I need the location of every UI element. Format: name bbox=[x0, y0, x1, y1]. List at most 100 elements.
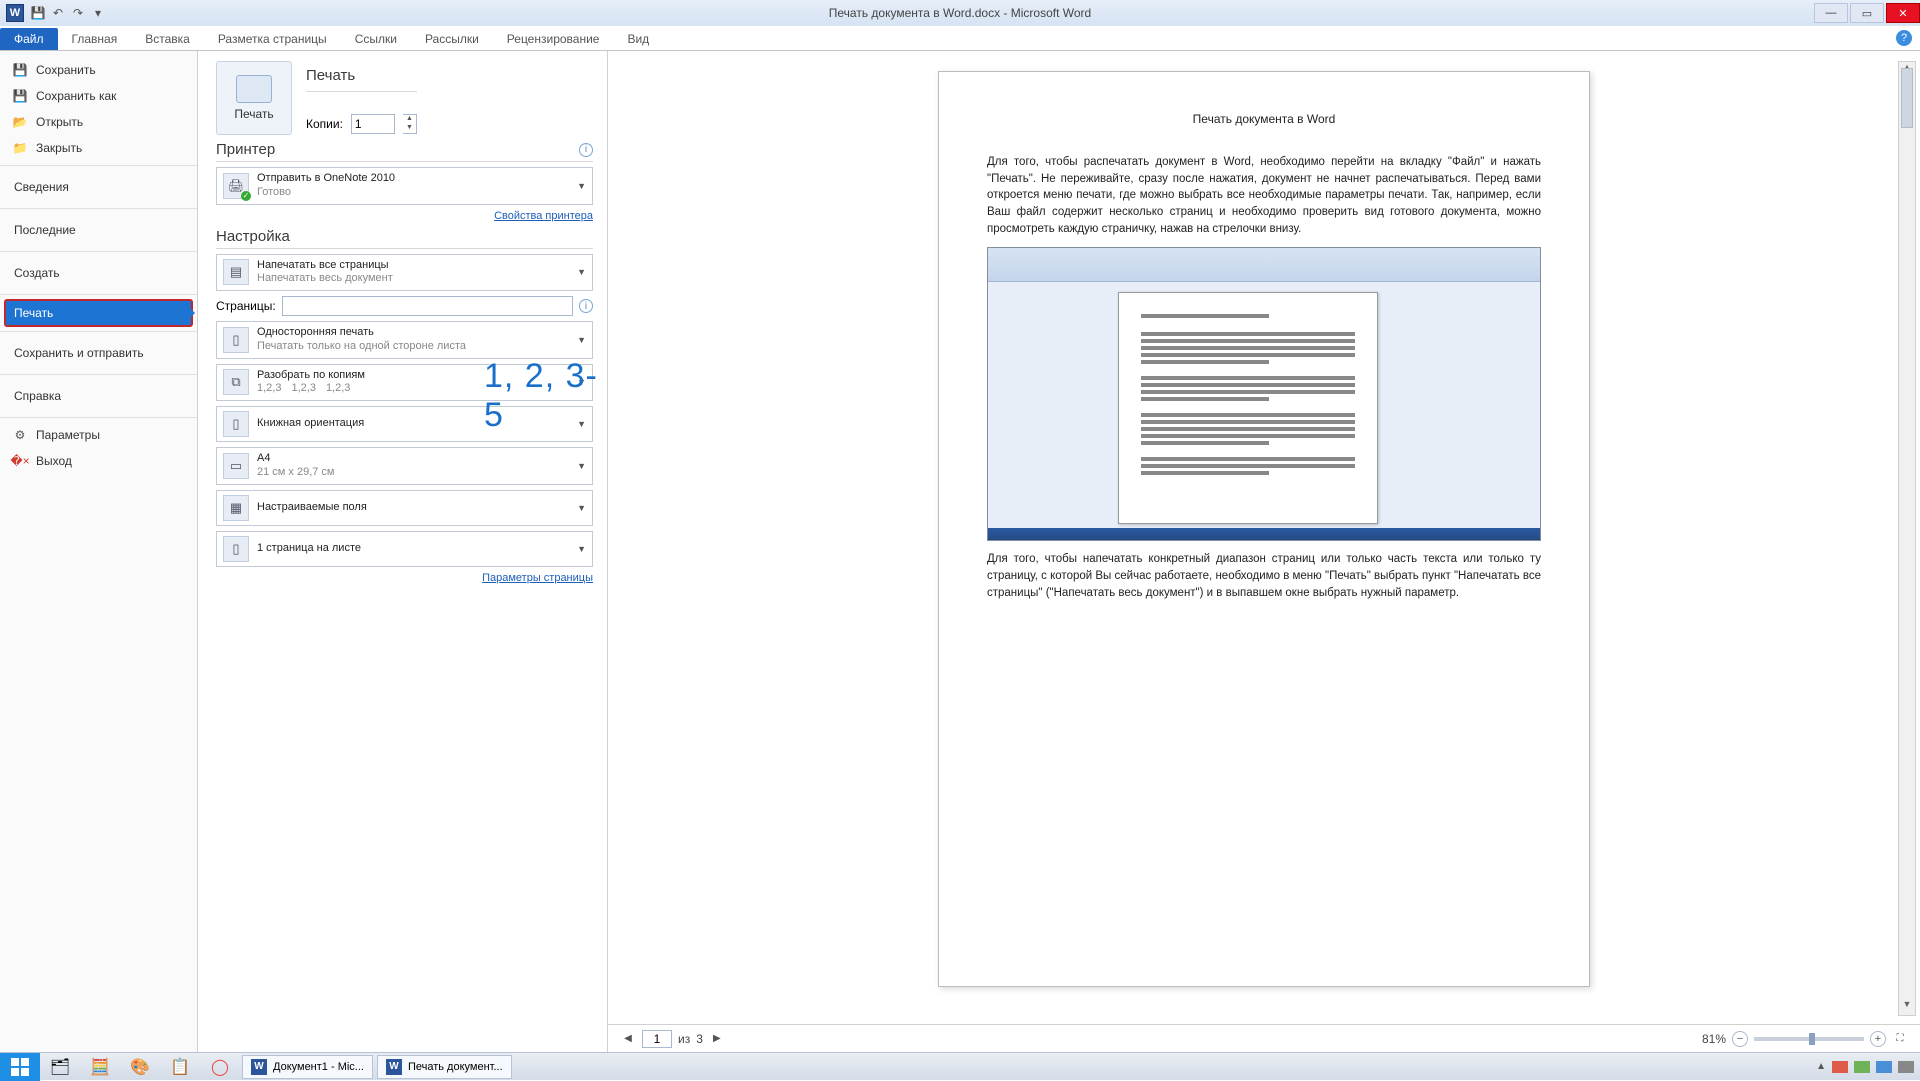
orientation-dropdown[interactable]: ▯ Книжная ориентация ▼ bbox=[216, 406, 593, 442]
task-label: Печать документ... bbox=[408, 1061, 503, 1073]
collate-dropdown[interactable]: ⧉ Разобрать по копиям 1,2,31,2,31,2,3 ▼ bbox=[216, 364, 593, 402]
sidebar-save[interactable]: 💾Сохранить bbox=[0, 57, 197, 83]
sidebar-label: Последние bbox=[14, 223, 76, 237]
zoom-slider[interactable] bbox=[1754, 1037, 1864, 1041]
help-icon[interactable]: ? bbox=[1896, 30, 1912, 46]
heading-text: Настройка bbox=[216, 228, 290, 245]
spinner-up-icon[interactable]: ▲ bbox=[403, 115, 416, 124]
sidebar-recent[interactable]: Последние bbox=[0, 213, 197, 247]
slider-knob[interactable] bbox=[1809, 1033, 1815, 1045]
duplex-dropdown[interactable]: ▯ Односторонняя печать Печатать только н… bbox=[216, 321, 593, 359]
redo-icon[interactable]: ↷ bbox=[70, 5, 86, 21]
chevron-down-icon: ▼ bbox=[577, 181, 586, 191]
copies-input[interactable] bbox=[351, 114, 395, 134]
page-number-input[interactable] bbox=[642, 1030, 672, 1048]
tab-view[interactable]: Вид bbox=[613, 28, 663, 50]
close-icon: 📁 bbox=[12, 140, 28, 156]
tab-file[interactable]: Файл bbox=[0, 28, 58, 50]
info-icon[interactable]: i bbox=[579, 143, 593, 157]
tab-home[interactable]: Главная bbox=[58, 28, 132, 50]
sidebar-open[interactable]: 📂Открыть bbox=[0, 109, 197, 135]
sidebar-label: Сохранить и отправить bbox=[14, 346, 144, 360]
sidebar-print[interactable]: Печать bbox=[4, 299, 193, 327]
range-sub: Напечатать весь документ bbox=[257, 272, 586, 286]
tab-review[interactable]: Рецензирование bbox=[493, 28, 614, 50]
margins-dropdown[interactable]: ▦ Настраиваемые поля ▼ bbox=[216, 490, 593, 526]
pages-icon: ▤ bbox=[223, 259, 249, 285]
minimize-button[interactable]: — bbox=[1814, 3, 1848, 23]
saveas-icon: 💾 bbox=[12, 88, 28, 104]
dropdown-text: A4 21 см x 29,7 см bbox=[257, 452, 586, 480]
margins-title: Настраиваемые поля bbox=[257, 501, 586, 515]
tab-mailings[interactable]: Рассылки bbox=[411, 28, 493, 50]
sidebar-options[interactable]: ⚙Параметры bbox=[0, 422, 197, 448]
maximize-button[interactable]: ▭ bbox=[1850, 3, 1884, 23]
taskbar-paint-icon[interactable]: 🎨 bbox=[120, 1053, 160, 1081]
zoom-fit-button[interactable]: ⛶ bbox=[1892, 1031, 1908, 1047]
pages-input[interactable] bbox=[282, 296, 573, 316]
sidebar-label: Сохранить bbox=[36, 63, 96, 77]
sidebar-save-as[interactable]: 💾 Сохранить как bbox=[0, 83, 197, 109]
dropdown-text: Настраиваемые поля bbox=[257, 501, 586, 515]
quick-access-toolbar: 💾 ↶ ↷ ▾ bbox=[30, 5, 106, 21]
zoom-value: 81% bbox=[1702, 1032, 1726, 1046]
info-icon[interactable]: i bbox=[579, 299, 593, 313]
scroll-thumb[interactable] bbox=[1901, 68, 1913, 128]
printer-heading: Принтер i bbox=[216, 141, 593, 162]
task-label: Документ1 - Mic... bbox=[273, 1061, 364, 1073]
taskbar-opera-icon[interactable]: ◯ bbox=[200, 1053, 240, 1081]
taskbar-calc-icon[interactable]: 🧮 bbox=[80, 1053, 120, 1081]
chevron-down-icon: ▼ bbox=[577, 267, 586, 277]
dropdown-text: Разобрать по копиям 1,2,31,2,31,2,3 bbox=[257, 369, 586, 397]
zoom-in-button[interactable]: + bbox=[1870, 1031, 1886, 1047]
scroll-down-icon[interactable]: ▼ bbox=[1899, 999, 1915, 1015]
close-button[interactable]: ✕ bbox=[1886, 3, 1920, 23]
chevron-down-icon: ▼ bbox=[577, 377, 586, 387]
doc-paragraph: Для того, чтобы напечатать конкретный ди… bbox=[987, 551, 1541, 601]
qat-customize-icon[interactable]: ▾ bbox=[90, 5, 106, 21]
paper-size-dropdown[interactable]: ▭ A4 21 см x 29,7 см ▼ bbox=[216, 447, 593, 485]
sidebar-exit[interactable]: �× Выход bbox=[0, 448, 197, 474]
copies-spinner[interactable]: ▲▼ bbox=[403, 114, 417, 134]
printer-dropdown[interactable]: 🖨 Отправить в OneNote 2010 Готово ▼ bbox=[216, 167, 593, 205]
sidebar-close[interactable]: 📁Закрыть bbox=[0, 135, 197, 161]
page-setup-link[interactable]: Параметры страницы bbox=[482, 572, 593, 584]
printer-props-link[interactable]: Свойства принтера bbox=[494, 210, 593, 222]
taskbar-explorer-icon[interactable]: 🗂 bbox=[40, 1053, 80, 1081]
separator bbox=[0, 251, 197, 252]
margins-icon: ▦ bbox=[223, 495, 249, 521]
next-page-button[interactable]: ▶ bbox=[709, 1031, 725, 1047]
taskbar-task-word2[interactable]: WПечать документ... bbox=[377, 1055, 512, 1079]
tab-page-layout[interactable]: Разметка страницы bbox=[204, 28, 341, 50]
backstage-view: 💾Сохранить 💾 Сохранить как 📂Открыть 📁Закр… bbox=[0, 51, 1920, 1052]
start-button[interactable] bbox=[0, 1053, 40, 1081]
taskbar-task-word1[interactable]: WДокумент1 - Mic... bbox=[242, 1055, 373, 1079]
sidebar-label: Создать bbox=[14, 266, 60, 280]
tray-overflow-icon[interactable]: ▲ bbox=[1816, 1061, 1826, 1072]
spinner-down-icon[interactable]: ▼ bbox=[403, 124, 416, 133]
preview-scrollbar[interactable]: ▲ ▼ bbox=[1898, 61, 1916, 1016]
print-action-row: Печать Печать Копии: ▲▼ bbox=[216, 61, 593, 135]
print-heading-block: Печать Копии: ▲▼ bbox=[306, 61, 417, 134]
of-label: из bbox=[678, 1032, 690, 1046]
undo-icon[interactable]: ↶ bbox=[50, 5, 66, 21]
taskbar-notes-icon[interactable]: 📋 bbox=[160, 1053, 200, 1081]
print-range-dropdown[interactable]: ▤ Напечатать все страницы Напечатать вес… bbox=[216, 254, 593, 292]
save-icon[interactable]: 💾 bbox=[30, 5, 46, 21]
open-icon: 📂 bbox=[12, 114, 28, 130]
print-button[interactable]: Печать bbox=[216, 61, 292, 135]
sidebar-new[interactable]: Создать bbox=[0, 256, 197, 290]
exit-icon: �× bbox=[12, 453, 28, 469]
tab-references[interactable]: Ссылки bbox=[341, 28, 411, 50]
prev-page-button[interactable]: ◀ bbox=[620, 1031, 636, 1047]
chevron-down-icon: ▼ bbox=[577, 461, 586, 471]
sidebar-info[interactable]: Сведения bbox=[0, 170, 197, 204]
pages-per-sheet-dropdown[interactable]: ▯ 1 страница на листе ▼ bbox=[216, 531, 593, 567]
sidebar-label: Сохранить как bbox=[36, 89, 116, 103]
sidebar-label: Выход bbox=[36, 454, 72, 468]
tab-insert[interactable]: Вставка bbox=[131, 28, 204, 50]
copies-row: Копии: ▲▼ bbox=[306, 114, 417, 134]
sidebar-help[interactable]: Справка bbox=[0, 379, 197, 413]
sidebar-send[interactable]: Сохранить и отправить bbox=[0, 336, 197, 370]
zoom-out-button[interactable]: − bbox=[1732, 1031, 1748, 1047]
